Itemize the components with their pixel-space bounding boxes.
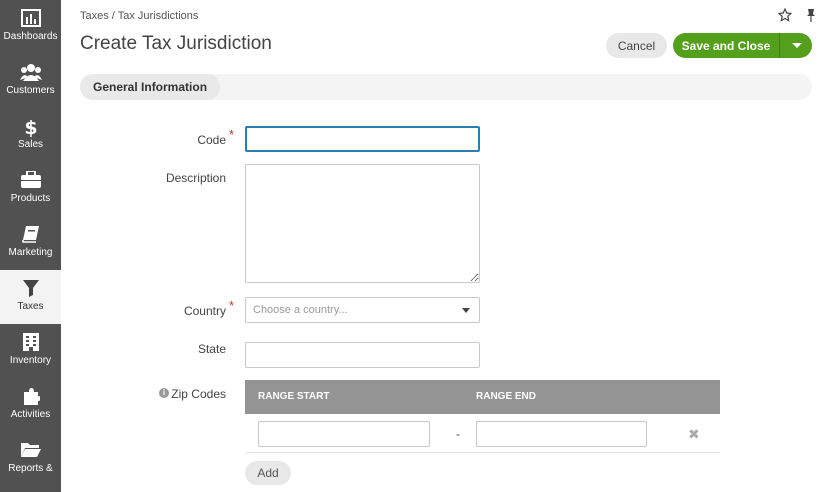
sidebar-item-label: Products bbox=[10, 193, 51, 204]
zip-codes-label: Zip Codes bbox=[171, 387, 226, 401]
required-marker: * bbox=[229, 127, 235, 142]
sidebar-item-label: Reports & bbox=[8, 463, 53, 474]
sidebar-item-sales[interactable]: $ Sales bbox=[0, 108, 61, 162]
state-label: State bbox=[197, 342, 226, 356]
country-select[interactable]: Choose a country... bbox=[245, 297, 480, 323]
row-divider bbox=[245, 452, 720, 453]
code-label: Code bbox=[197, 133, 226, 147]
code-input[interactable] bbox=[245, 126, 480, 152]
sidebar-item-label: Inventory bbox=[9, 355, 52, 366]
column-header-range-end: RANGE END bbox=[476, 391, 537, 402]
briefcase-icon bbox=[20, 171, 41, 188]
customers-icon bbox=[19, 64, 42, 81]
sidebar-item-label: Customers bbox=[6, 85, 55, 96]
range-separator: - bbox=[456, 427, 460, 441]
sidebar-item-reports[interactable]: Reports & bbox=[0, 432, 61, 486]
building-icon bbox=[22, 333, 39, 351]
main-sidebar: Dashboards Customers $ Sales Products Ma… bbox=[0, 0, 61, 492]
column-header-range-start: RANGE START bbox=[258, 391, 330, 402]
country-label: Country bbox=[183, 304, 226, 318]
star-icon[interactable] bbox=[777, 7, 793, 22]
state-input[interactable] bbox=[245, 342, 480, 368]
folder-icon bbox=[20, 443, 41, 457]
sidebar-item-activities[interactable]: Activities bbox=[0, 378, 61, 432]
puzzle-icon bbox=[23, 388, 40, 405]
required-marker: * bbox=[229, 298, 235, 313]
description-label: Description bbox=[165, 171, 226, 185]
sidebar-item-label: Activities bbox=[10, 409, 51, 420]
save-options-dropdown-button[interactable] bbox=[779, 33, 812, 58]
sidebar-item-taxes[interactable]: Taxes bbox=[0, 270, 61, 324]
sidebar-item-dashboards[interactable]: Dashboards bbox=[0, 0, 61, 54]
dashboards-icon bbox=[20, 9, 41, 27]
add-zip-range-button[interactable]: Add bbox=[245, 461, 291, 485]
remove-row-icon[interactable]: ✖ bbox=[688, 426, 700, 443]
zip-table-header: RANGE START RANGE END bbox=[245, 380, 720, 414]
sidebar-item-products[interactable]: Products bbox=[0, 162, 61, 216]
book-icon bbox=[21, 226, 39, 243]
description-textarea[interactable] bbox=[245, 164, 480, 283]
sidebar-item-marketing[interactable]: Marketing bbox=[0, 216, 61, 270]
tab-general-information[interactable]: General Information bbox=[80, 74, 221, 100]
sidebar-item-label: Dashboards bbox=[3, 31, 58, 42]
breadcrumb[interactable]: Taxes / Tax Jurisdictions bbox=[80, 10, 198, 22]
svg-text:$: $ bbox=[24, 117, 37, 137]
sidebar-item-label: Marketing bbox=[8, 247, 53, 258]
header-icons bbox=[777, 7, 818, 22]
cancel-button[interactable]: Cancel bbox=[606, 33, 667, 58]
range-start-input[interactable] bbox=[258, 421, 430, 447]
sidebar-item-inventory[interactable]: Inventory bbox=[0, 324, 61, 378]
sidebar-item-label: Taxes bbox=[17, 301, 44, 312]
dollar-icon: $ bbox=[24, 117, 37, 137]
range-end-input[interactable] bbox=[476, 421, 647, 447]
sidebar-item-label: Sales bbox=[17, 139, 43, 150]
page-title: Create Tax Jurisdiction bbox=[80, 33, 272, 54]
sidebar-item-customers[interactable]: Customers bbox=[0, 54, 61, 108]
pin-icon[interactable] bbox=[804, 8, 818, 22]
filter-icon bbox=[22, 280, 39, 297]
save-and-close-button[interactable]: Save and Close bbox=[673, 33, 779, 58]
